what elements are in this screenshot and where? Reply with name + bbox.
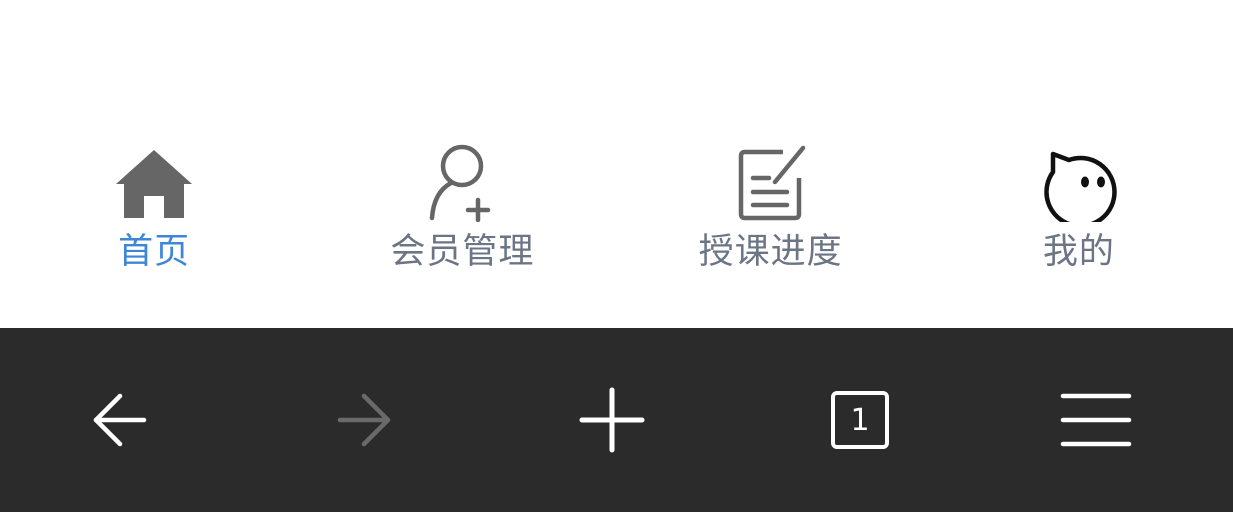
plus-icon (579, 387, 645, 453)
tab-count-icon: 1 (831, 391, 889, 449)
home-icon (114, 142, 194, 222)
bottom-tab-bar: 首页 会员管理 授课进度 我的 (0, 92, 1233, 328)
tab-mine[interactable]: 我的 (925, 92, 1233, 328)
hamburger-menu-icon (1060, 393, 1132, 447)
add-member-icon (422, 142, 502, 222)
arrow-left-icon (93, 393, 147, 447)
tab-count: 1 (850, 402, 870, 438)
tabs-button[interactable]: 1 (820, 384, 900, 456)
edit-note-icon (731, 142, 811, 222)
content-area (0, 0, 1233, 92)
new-tab-button[interactable] (572, 384, 652, 456)
browser-toolbar: 1 (0, 328, 1233, 512)
tab-home-label: 首页 (118, 232, 191, 272)
tab-member-management-label: 会员管理 (390, 232, 535, 272)
menu-button[interactable] (1056, 384, 1136, 456)
arrow-right-icon (337, 393, 391, 447)
tab-teaching-progress-label: 授课进度 (698, 232, 843, 272)
app-screen: 首页 会员管理 授课进度 我的 1 (0, 0, 1233, 512)
tab-mine-label: 我的 (1042, 232, 1115, 272)
tab-member-management[interactable]: 会员管理 (308, 92, 616, 328)
tab-home[interactable]: 首页 (0, 92, 308, 328)
profile-face-icon (1039, 142, 1119, 222)
tab-teaching-progress[interactable]: 授课进度 (617, 92, 925, 328)
forward-button[interactable] (326, 384, 406, 456)
back-button[interactable] (78, 384, 158, 456)
